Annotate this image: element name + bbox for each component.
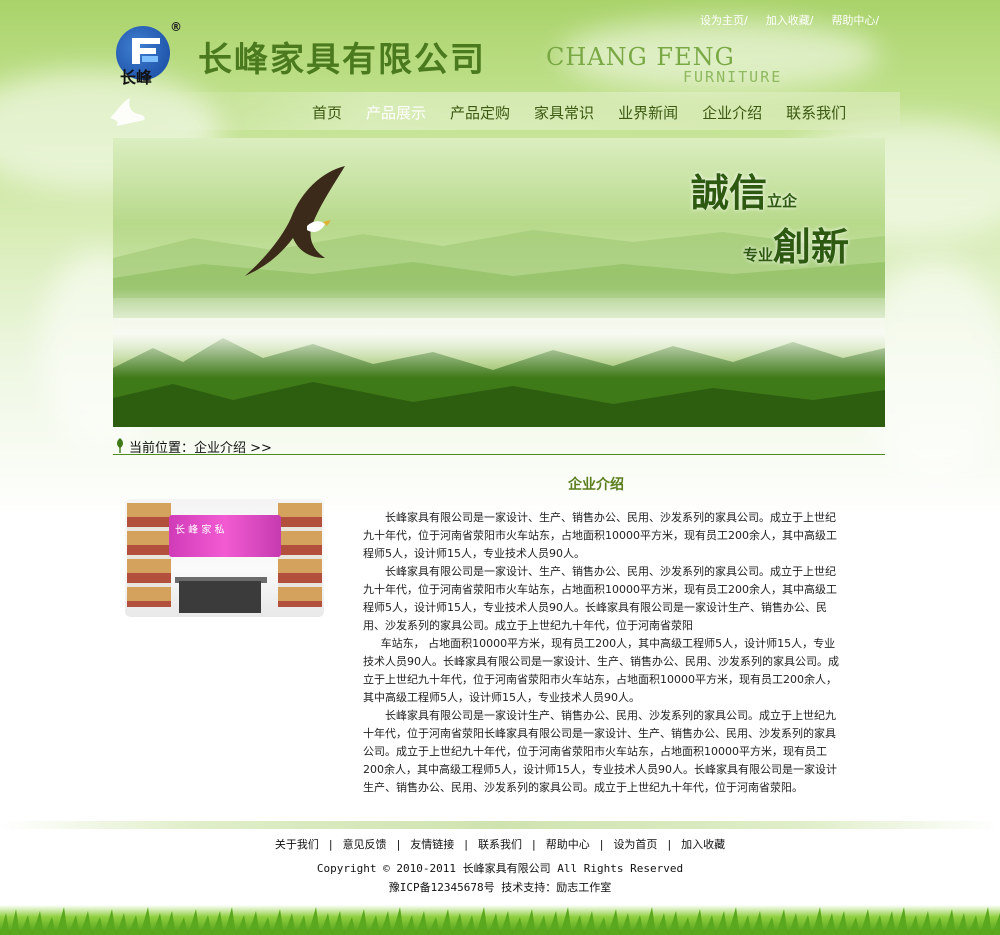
copyright-text: Copyright © 2010-2011 长峰家具有限公司 All Right… [316,862,684,875]
nav-home[interactable]: 首页 [300,102,354,123]
footer-links: 关于我们 | 意见反馈 | 友情链接 | 联系我们 | 帮助中心 | 设为首页 | 加入收藏 [274,838,726,851]
banner-slogan-integrity: 誠信立企 [691,170,798,215]
add-favorite-link[interactable]: 加入收藏/ [766,12,814,28]
brand-english-line2: FURNITURE [683,68,783,86]
photo-shelf-right [278,503,322,607]
section-title: 企业介绍 [568,477,624,493]
footer-divider [0,821,1000,829]
footer-set-home-link[interactable]: 设为首页 [613,838,657,851]
company-photo: 长 峰 家 私 [125,499,324,617]
logo-f-icon [132,38,160,64]
article-paragraph: 长峰家具有限公司是一家设计、生产、销售办公、民用、沙发系列的家具公司。成立于上世… [363,511,837,560]
footer-about-link[interactable]: 关于我们 [275,838,319,851]
breadcrumb-text: 当前位置：企业介绍 >> [129,441,272,456]
photo-sign: 长 峰 家 私 [169,515,281,557]
registered-mark: ® [170,20,182,34]
hero-banner: 誠信立企 专业創新 [113,138,885,427]
icp-text: 豫ICP备12345678号 技术支持：励志工作室 [388,881,612,894]
breadcrumb: 当前位置：企业介绍 >> [113,436,885,456]
banner-slogan-innovation: 专业創新 [743,224,850,269]
nav-order[interactable]: 产品定购 [438,102,522,123]
main-nav: 首页 产品展示 产品定购 家具常识 业界新闻 企业介绍 联系我们 [300,102,858,123]
nav-about[interactable]: 企业介绍 [690,102,774,123]
brand-english-line1: CHANG FENG [546,43,735,71]
leaf-icon [117,438,123,453]
grass-blades [0,907,1000,935]
article-body: 长峰家具有限公司是一家设计、生产、销售办公、民用、沙发系列的家具公司。成立于上世… [363,509,845,797]
article-paragraph: 长峰家具有限公司是一家设计生产、销售办公、民用、沙发系列的家具公司。成立于上世纪… [363,709,837,794]
footer-feedback-link[interactable]: 意见反馈 [343,838,387,851]
photo-shelf-left [127,503,171,607]
article-paragraph: 车站东， 占地面积10000平方米，现有员工200人，其中高级工程师5人，设计师… [363,637,839,704]
eagle-icon [245,166,345,276]
article-paragraph: 长峰家具有限公司是一家设计、生产、销售办公、民用、沙发系列的家具公司。成立于上世… [363,565,837,632]
footer-contact-link[interactable]: 联系我们 [478,838,522,851]
help-center-link[interactable]: 帮助中心/ [831,12,879,28]
photo-desk [179,581,261,613]
footer-help-link[interactable]: 帮助中心 [546,838,590,851]
footer-friend-links[interactable]: 友情链接 [410,838,454,851]
nav-contact[interactable]: 联系我们 [774,102,858,123]
top-links: 设为主页/ 加入收藏/ 帮助中心/ [700,12,920,28]
company-logo[interactable]: 长峰 [114,22,176,92]
banner-mist [113,288,885,378]
footer-favorite-link[interactable]: 加入收藏 [681,838,725,851]
company-name: 长峰家具有限公司 [198,40,486,80]
logo-text: 长峰 [120,68,153,87]
grass-decoration [0,905,1000,935]
nav-news[interactable]: 业界新闻 [606,102,690,123]
set-homepage-link[interactable]: 设为主页/ [700,12,748,28]
nav-knowledge[interactable]: 家具常识 [522,102,606,123]
nav-products[interactable]: 产品展示 [354,102,438,123]
